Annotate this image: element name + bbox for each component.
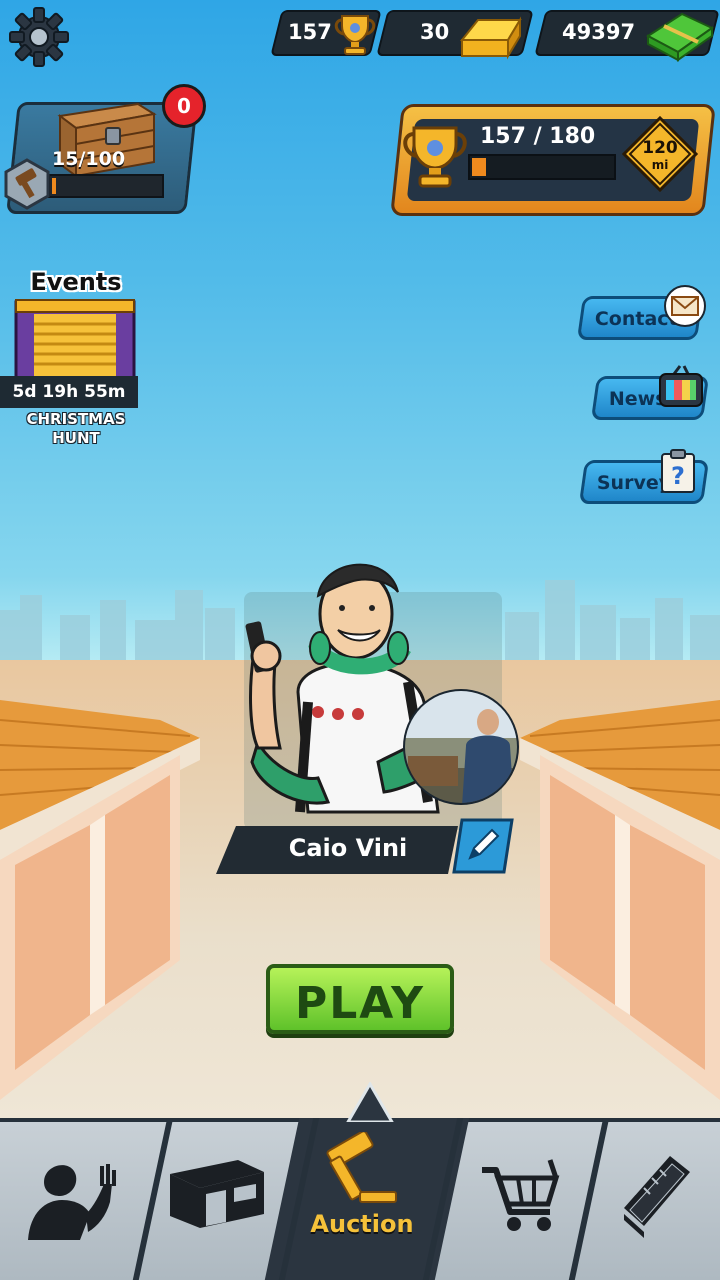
cash-count: 49397 (562, 20, 636, 44)
nav-item-collection[interactable] (612, 1148, 702, 1244)
gavel-hex-icon[interactable] (2, 158, 52, 210)
envelope-icon (664, 285, 706, 327)
crate-progress-fill (52, 178, 56, 194)
character-silhouette-icon (28, 1164, 116, 1240)
gavel-icon (326, 1130, 397, 1203)
tv-icon (659, 365, 703, 407)
crate-badge: 0 (162, 84, 206, 128)
events-storage-unit-icon[interactable] (14, 298, 136, 378)
nav-item-storage[interactable] (164, 1150, 274, 1240)
nav-active-pointer (346, 1082, 394, 1122)
cash-stack-icon (646, 12, 714, 62)
play-label: PLAY (295, 978, 425, 1029)
player-name: Caio Vini (288, 834, 408, 862)
nav-item-auction[interactable]: Auction (310, 1130, 414, 1252)
trophy-road-progress-text: 157 / 180 (480, 124, 596, 149)
nav-auction-label: Auction (310, 1210, 414, 1238)
clipboard-question-icon: ? (661, 449, 695, 493)
events-title: Events (30, 268, 122, 296)
events-name: CHRISTMAS HUNT (8, 410, 144, 448)
play-button[interactable]: PLAY (266, 964, 454, 1034)
trophy-count: 157 (288, 20, 332, 44)
profile-photo[interactable] (402, 688, 520, 806)
trophy-road-icon (403, 126, 467, 188)
events-name-line2: HUNT (52, 429, 100, 447)
trophy-road-fill (472, 158, 486, 176)
events-timer: 5d 19h 55m (0, 376, 138, 408)
notebook-icon (624, 1156, 690, 1238)
storage-shop-icon (170, 1160, 264, 1228)
gold-count: 30 (420, 20, 450, 44)
edit-name-button[interactable] (452, 818, 514, 874)
shopping-cart-icon (482, 1159, 560, 1231)
distance-value: 120 (642, 138, 678, 158)
nav-item-character[interactable] (16, 1140, 126, 1250)
svg-text:?: ? (671, 462, 685, 490)
distance-unit: mi (651, 158, 669, 172)
nav-item-shop[interactable] (470, 1150, 570, 1240)
events-name-line1: CHRISTMAS (26, 410, 126, 428)
trophy-road-bar (468, 154, 616, 180)
crate-progress-bar (48, 174, 164, 198)
crate-progress-text: 15/100 (52, 148, 126, 170)
settings-gear-icon[interactable] (8, 6, 70, 68)
trophy-icon (334, 15, 376, 55)
left-storage-building (0, 700, 200, 1100)
gold-bar-icon (459, 16, 522, 60)
